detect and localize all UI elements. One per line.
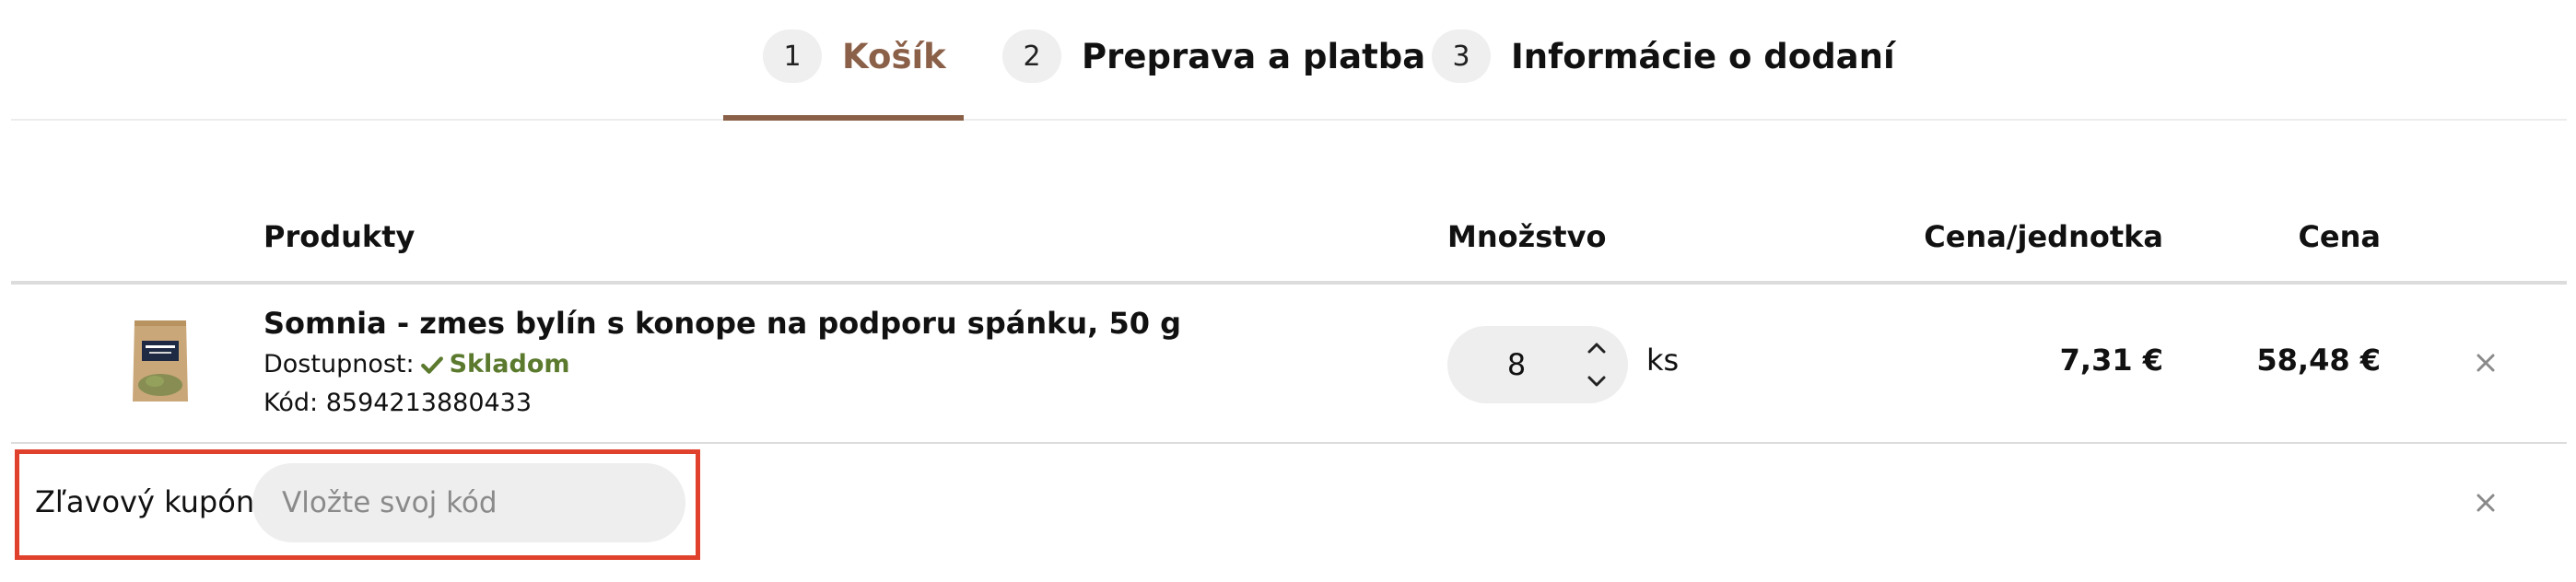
step-shipping-payment[interactable]: 2 Preprava a platba [1002,29,1425,83]
product-name[interactable]: Somnia - zmes bylín s konope na podporu … [263,306,1181,341]
quantity-value[interactable]: 8 [1447,326,1586,403]
header-unit-price: Cena/jednotka [1924,219,2163,254]
availability-status: Skladom [449,350,570,378]
header-price: Cena [2298,219,2381,254]
availability: Dostupnost: Skladom [263,350,570,378]
chevron-down-icon[interactable] [1580,365,1613,398]
coupon-label: Zľavový kupón [35,484,255,519]
check-icon [420,355,443,374]
step-number: 2 [1002,29,1061,83]
quantity-unit: ks [1646,343,1680,378]
chevron-up-icon[interactable] [1580,332,1613,365]
checkout-steps: 1 Košík 2 Preprava a platba 3 Informácie… [0,0,2576,122]
step-label: Informácie o dodaní [1511,36,1895,76]
code-label: Kód: [263,389,319,417]
active-step-indicator [723,115,964,121]
availability-label: Dostupnost: [263,350,415,378]
step-cart[interactable]: 1 Košík [763,29,946,83]
step-delivery-info[interactable]: 3 Informácie o dodaní [1432,29,1895,83]
steps-divider [11,119,2567,121]
product-image[interactable] [129,313,192,405]
product-code: Kód: 8594213880433 [263,389,532,417]
coupon-input[interactable] [252,463,685,542]
step-label: Preprava a platba [1082,36,1426,76]
header-quantity: Množstvo [1447,219,1607,254]
total-price: 58,48 € [2256,343,2381,378]
step-number: 3 [1432,29,1491,83]
row-divider [11,442,2567,444]
close-icon[interactable] [2467,344,2504,381]
close-icon[interactable] [2467,484,2504,521]
header-divider [11,281,2567,285]
quantity-stepper[interactable]: 8 [1447,326,1628,403]
step-label: Košík [842,36,946,76]
code-value: 8594213880433 [325,389,533,417]
unit-price: 7,31 € [2059,343,2163,378]
header-products: Produkty [263,219,416,254]
step-number: 1 [763,29,822,83]
